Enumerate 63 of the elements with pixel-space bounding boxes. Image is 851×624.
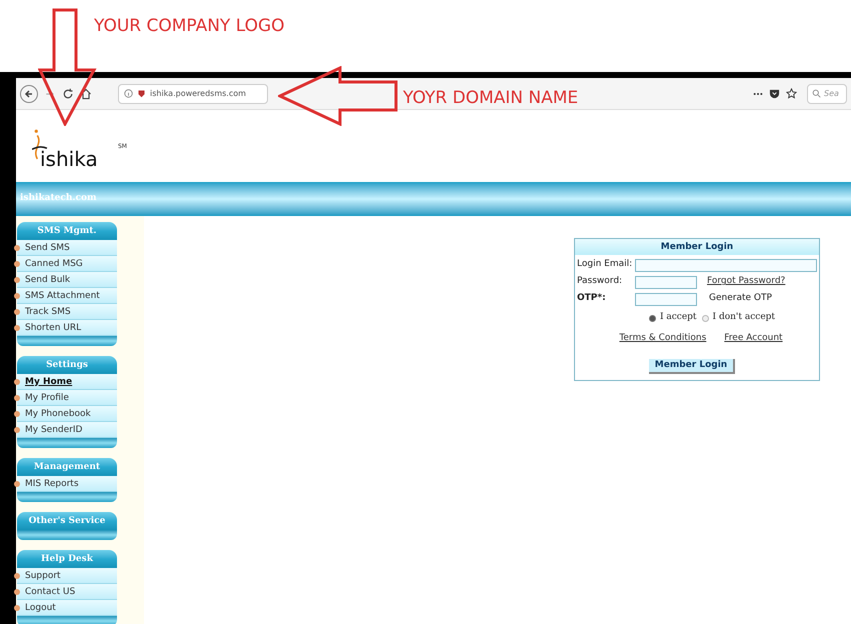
sidebar-item[interactable]: Shorten URL [17,320,117,336]
sidebar-item[interactable]: Send SMS [17,240,117,256]
input-field[interactable] [634,258,817,272]
star-icon[interactable] [786,88,797,99]
radio-label: I accept [660,311,697,324]
address-bar[interactable]: ishika.poweredsms.com [118,84,268,104]
footer-link[interactable]: Free Account [724,332,783,346]
member-login-button[interactable]: Member Login [648,359,736,374]
sidebar-item[interactable]: Track SMS [17,304,117,320]
sidebar-item[interactable]: My Home [17,374,117,390]
sidebar-item[interactable]: Support [17,568,117,584]
info-icon [124,89,133,98]
input-field[interactable] [635,292,697,306]
sidebar-section-header: SMS Mgmt. [17,222,117,240]
home-icon[interactable] [80,88,92,100]
pocket-icon[interactable] [769,88,780,99]
back-icon[interactable] [20,84,38,102]
footer-link[interactable]: Terms & Conditions [619,332,706,346]
radio-button[interactable] [702,314,709,322]
input-field[interactable] [635,276,697,288]
sidebar-item[interactable]: Send Bulk [17,272,117,288]
bullet-icon [14,410,20,416]
radio-label: I don't accept [712,311,776,324]
url-text: ishika.poweredsms.com [150,88,246,100]
bullet-icon [14,588,20,594]
sidebar-item[interactable]: SMS Attachment [17,288,117,304]
field-label: Login Email: [577,258,633,272]
sidebar-section-header: Settings [17,356,117,374]
field-label: OTP*: [577,292,607,306]
bullet-icon [14,260,20,266]
sidebar-item[interactable]: My Profile [17,390,117,406]
bullet-icon [14,276,20,282]
bullet-icon [14,572,20,578]
bullet-icon [14,394,20,400]
forgot-password-link[interactable]: Forgot Password? [707,275,786,289]
radio-button[interactable] [648,314,656,322]
bullet-icon [14,604,20,610]
bullet-icon [14,426,20,432]
reload-icon[interactable] [62,88,74,100]
more-icon[interactable] [753,92,763,96]
sidebar-item[interactable]: My SenderID [17,422,117,438]
sidebar-section-header: Other's Service [17,512,117,530]
bullet-icon [14,324,20,330]
bullet-icon [14,292,20,298]
sidebar-section-header: Help Desk [17,550,117,568]
search-icon [812,89,821,98]
sidebar-item[interactable]: Contact US [17,584,117,600]
bullet-icon [14,308,20,314]
login-title: Member Login [575,239,819,255]
bullet-icon [14,244,20,250]
generate-otp-text: Generate OTP [709,292,772,306]
annotation-text: YOYR DOMAIN NAME [403,87,578,109]
field-label: Password: [577,275,624,288]
bullet-icon [14,480,20,486]
sidebar-item[interactable]: Logout [17,600,117,616]
sidebar-item[interactable]: MIS Reports [17,476,117,492]
shield-icon [137,89,146,98]
bullet-icon [14,378,20,384]
sidebar-item[interactable]: Canned MSG [17,256,117,272]
site-banner: ishikatech.com [16,182,851,216]
annotation-text: YOUR COMPANY LOGO [94,15,285,37]
sidebar-section-header: Management [17,458,117,476]
sidebar-item[interactable]: My Phonebook [17,406,117,422]
